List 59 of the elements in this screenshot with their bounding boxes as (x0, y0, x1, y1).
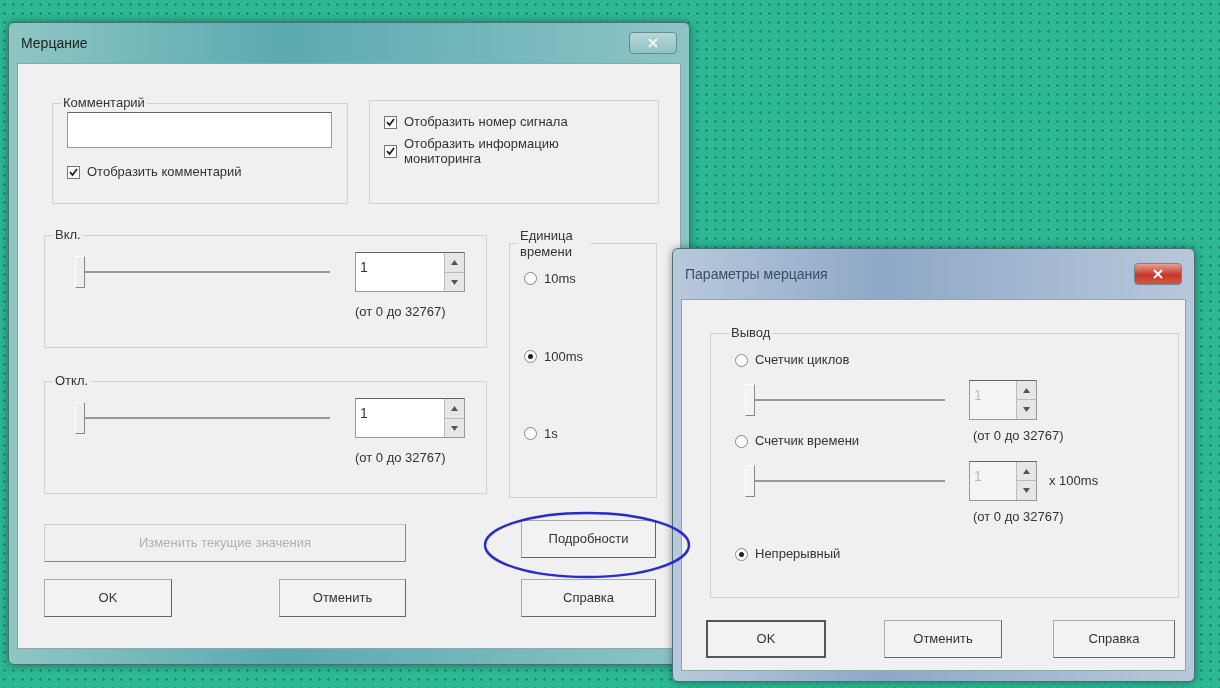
group-label: Откл. (54, 374, 90, 389)
close-button[interactable] (1134, 263, 1182, 285)
checkbox[interactable] (384, 115, 397, 129)
range-label: (от 0 до 32767) (355, 449, 447, 468)
radio-button[interactable] (524, 272, 537, 286)
checkbox-label: Отобразить информацию мониторинга (404, 137, 560, 166)
radio-label: Счетчик времени (755, 432, 860, 451)
checkbox[interactable] (384, 145, 397, 159)
dialog-button[interactable]: Отменить (884, 620, 1002, 658)
dialog-button[interactable]: Отменить (279, 579, 406, 617)
unit-label: x 100ms (1049, 472, 1099, 491)
spin-box[interactable]: 1 (355, 252, 465, 293)
close-icon (1153, 269, 1163, 279)
check-icon (69, 167, 78, 177)
comment-field[interactable] (67, 112, 332, 149)
radio-label: 10ms (544, 270, 576, 289)
slider[interactable] (745, 381, 945, 418)
down-arrow-icon (1023, 488, 1030, 494)
close-button[interactable] (629, 32, 677, 54)
up-arrow-icon (1023, 468, 1030, 474)
radio-button[interactable] (735, 547, 748, 561)
dialog-button[interactable]: Справка (521, 579, 656, 617)
slider[interactable] (745, 462, 945, 499)
radio-label: 1s (544, 425, 558, 444)
check-icon (386, 117, 395, 127)
window-title: Мерцание (21, 33, 88, 53)
group-label: Единица времени (519, 228, 574, 260)
radio-label: 100ms (544, 347, 584, 366)
group-label: Комментарий (62, 96, 146, 111)
slider[interactable] (75, 254, 330, 291)
group-label: Вывод (730, 326, 772, 341)
range-label: (от 0 до 32767) (355, 303, 447, 322)
close-icon (648, 38, 658, 48)
dialog-button[interactable]: OK (706, 620, 826, 658)
check-icon (386, 147, 395, 157)
slider[interactable] (75, 400, 330, 437)
range-label: (от 0 до 32767) (973, 426, 1065, 445)
radio-label: Непрерывный (755, 545, 841, 564)
checkbox-label: Отобразить номер сигнала (404, 115, 569, 130)
up-arrow-icon (451, 260, 458, 266)
checkbox[interactable] (67, 165, 80, 179)
dialog-button[interactable]: OK (44, 579, 172, 617)
down-arrow-icon (451, 279, 458, 285)
range-label: (от 0 до 32767) (973, 507, 1065, 526)
radio-button[interactable] (735, 434, 748, 448)
radio-button[interactable] (735, 353, 748, 367)
details-button[interactable]: Подробности (521, 520, 656, 558)
window-title: Параметры мерцания (685, 264, 828, 284)
checkbox-label: Отобразить комментарий (87, 163, 242, 182)
spin-box[interactable]: 1 (355, 398, 465, 439)
group-label: Вкл. (54, 228, 82, 243)
down-arrow-icon (1023, 407, 1030, 413)
radio-button[interactable] (524, 427, 537, 441)
down-arrow-icon (451, 425, 458, 431)
radio-label: Счетчик циклов (755, 351, 850, 370)
up-arrow-icon (1023, 387, 1030, 393)
up-arrow-icon (451, 406, 458, 412)
radio-button[interactable] (524, 349, 537, 363)
dialog-button[interactable]: Справка (1053, 620, 1175, 658)
